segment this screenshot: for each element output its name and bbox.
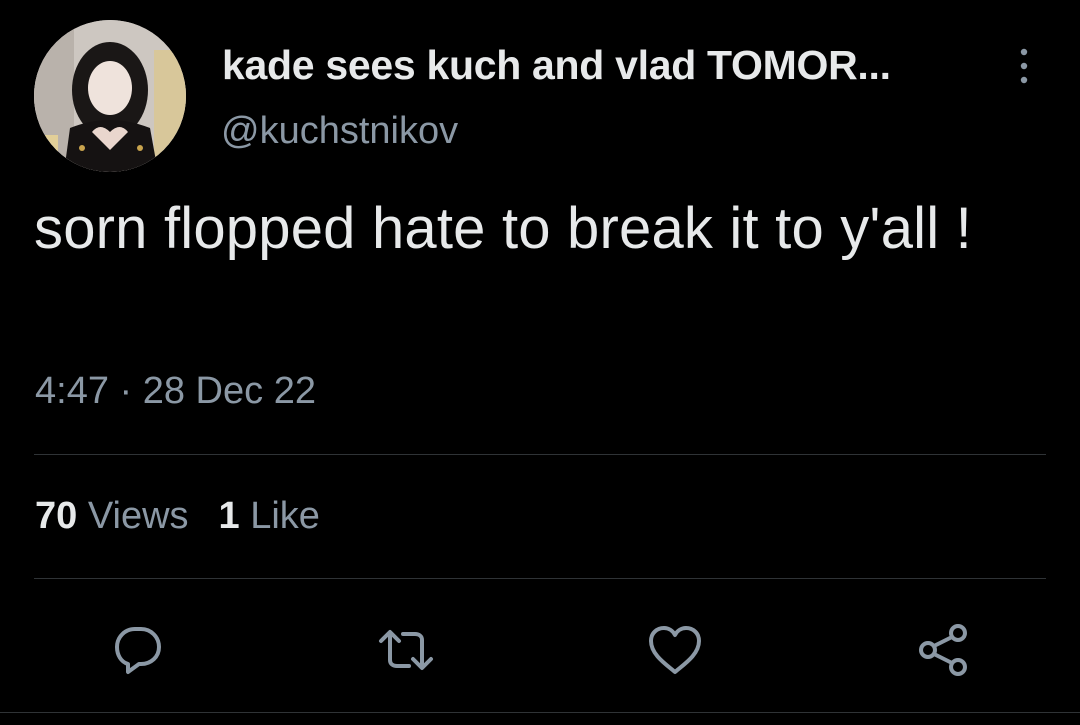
tweet-text: sorn flopped hate to break it to y'all !: [34, 196, 972, 261]
retweet-button[interactable]: [376, 620, 436, 680]
retweet-icon: [379, 630, 433, 670]
tweet-timestamp[interactable]: 4:47 · 28 Dec 22: [35, 370, 316, 413]
display-name[interactable]: kade sees kuch and vlad TOMOR...: [222, 42, 891, 89]
heart-icon: [649, 626, 701, 674]
user-handle[interactable]: @kuchstnikov: [221, 110, 458, 153]
views-stat[interactable]: 70 Views: [35, 495, 189, 537]
views-label: Views: [87, 495, 189, 537]
divider: [34, 578, 1046, 579]
like-button[interactable]: [645, 620, 705, 680]
avatar[interactable]: [34, 20, 186, 172]
reply-button[interactable]: [108, 620, 168, 680]
more-options-button[interactable]: [1004, 42, 1044, 92]
likes-stat[interactable]: 1 Like: [219, 495, 320, 537]
divider: [0, 712, 1080, 713]
reply-icon: [115, 627, 161, 674]
avatar-image: [34, 20, 186, 172]
tweet-stats: 70 Views 1 Like: [35, 495, 320, 538]
likes-count: 1: [218, 495, 240, 537]
more-vertical-icon: [1020, 48, 1028, 84]
likes-label: Like: [250, 495, 320, 537]
share-icon: [919, 624, 967, 676]
share-button[interactable]: [913, 620, 973, 680]
divider: [34, 454, 1046, 455]
views-count: 70: [35, 495, 78, 537]
tweet-detail: kade sees kuch and vlad TOMOR... @kuchst…: [0, 0, 1080, 725]
